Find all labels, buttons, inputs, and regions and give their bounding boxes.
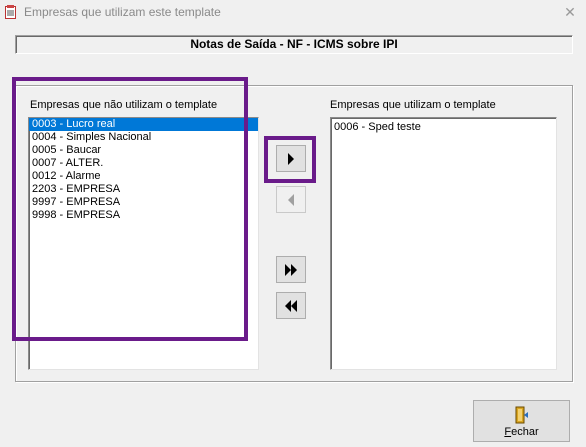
move-all-right-button[interactable] [276,256,306,283]
right-list-label: Empresas que utilizam o template [330,99,496,111]
template-header: Notas de Saída - NF - ICMS sobre IPI [15,35,573,54]
arrow-left-icon [288,193,294,206]
double-arrow-left-icon [285,299,297,312]
list-item[interactable]: 0005 - Baucar [29,144,258,157]
double-arrow-right-icon [285,263,297,276]
move-all-left-button[interactable] [276,292,306,319]
list-item[interactable]: 9997 - EMPRESA [29,196,258,209]
close-button[interactable]: Fechar [473,400,570,442]
left-company-list[interactable]: 0003 - Lucro real 0004 - Simples Naciona… [28,117,259,370]
list-item[interactable]: 9998 - EMPRESA [29,209,258,222]
close-button-label: Fechar [504,426,539,438]
move-left-button[interactable] [276,186,306,213]
move-right-button[interactable] [276,145,306,172]
list-item[interactable]: 0003 - Lucro real [29,118,258,131]
title-bar: Empresas que utilizam este template ✕ [0,0,586,26]
app-icon [5,5,16,19]
exit-door-icon [515,406,528,424]
list-item[interactable]: 0012 - Alarme [29,170,258,183]
list-item[interactable]: 2203 - EMPRESA [29,183,258,196]
list-item[interactable]: 0006 - Sped teste [331,121,556,134]
left-list-label: Empresas que não utilizam o template [30,99,218,111]
list-item[interactable]: 0007 - ALTER. [29,157,258,170]
template-title: Notas de Saída - NF - ICMS sobre IPI [190,37,398,51]
right-company-list[interactable]: 0006 - Sped teste [330,117,557,370]
window-title: Empresas que utilizam este template [24,5,221,19]
close-window-button[interactable]: ✕ [555,1,585,23]
arrow-right-icon [288,152,294,165]
list-item[interactable]: 0004 - Simples Nacional [29,131,258,144]
